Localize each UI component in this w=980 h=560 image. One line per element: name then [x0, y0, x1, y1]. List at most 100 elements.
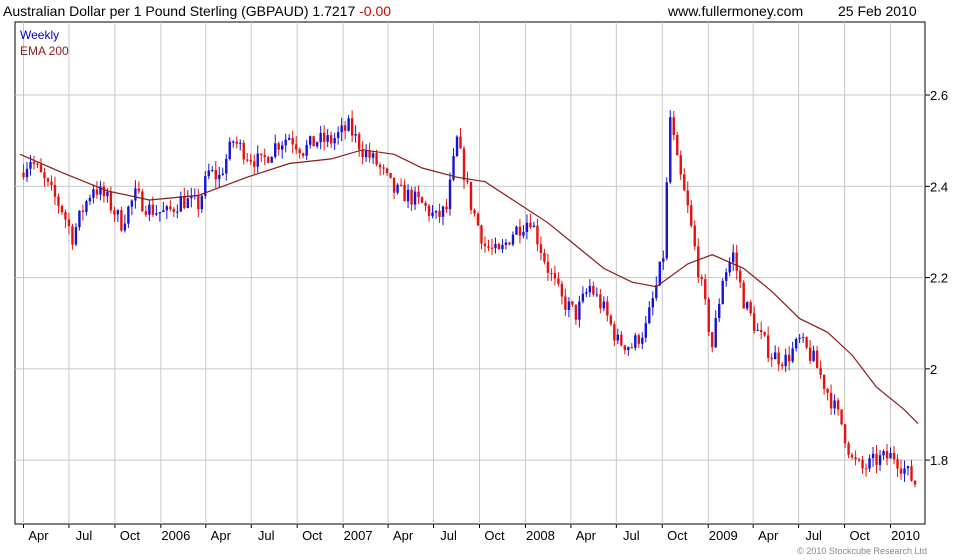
candle-body — [567, 301, 571, 310]
candle-body — [336, 132, 340, 139]
candle-body — [364, 150, 368, 158]
candle-body — [588, 285, 592, 293]
weekly-candle — [270, 156, 273, 163]
candle-body — [805, 337, 808, 348]
candle-body — [882, 451, 885, 456]
candle-body — [606, 301, 609, 316]
x-tick-label: Jul — [623, 528, 640, 543]
candle-body — [347, 118, 350, 131]
candle-body — [413, 191, 417, 205]
candle-body — [284, 139, 287, 146]
candle-body — [249, 159, 252, 162]
candle-body — [137, 188, 141, 192]
candle-body — [833, 400, 836, 409]
candle-body — [326, 135, 329, 142]
candle-body — [819, 368, 822, 375]
candle-body — [847, 443, 850, 455]
candle-body — [738, 270, 742, 283]
candle-body — [532, 225, 536, 228]
candle-body — [385, 168, 389, 174]
candle-body — [399, 184, 403, 186]
chart-title: Australian Dollar per 1 Pound Sterling (… — [3, 3, 391, 19]
candle-body — [228, 141, 231, 159]
candle-body — [875, 453, 878, 465]
candle-body — [455, 136, 459, 157]
candle-body — [333, 138, 336, 144]
candle-body — [651, 298, 654, 308]
candle-body — [543, 252, 546, 262]
candle-body — [46, 178, 50, 182]
candle-body — [634, 335, 637, 348]
candle-body — [214, 170, 217, 180]
title-text: Australian Dollar per 1 Pound Sterling (… — [3, 3, 356, 19]
candle-body — [183, 196, 186, 209]
candle-body — [88, 197, 92, 202]
candle-body — [239, 142, 242, 144]
candle-body — [50, 181, 53, 185]
candle-body — [81, 210, 85, 212]
candle-body — [515, 226, 518, 235]
candle-body — [162, 210, 165, 213]
candle-body — [518, 226, 522, 236]
candle-body — [427, 205, 431, 216]
candle-body — [371, 153, 375, 158]
chart-screen: 1.8 2 2.2 2.4 2.6 Apr Jul Oct 2006 Apr Jul Oct 2007 A… — [0, 0, 980, 560]
candle-body — [270, 156, 273, 163]
candle-body — [550, 272, 553, 274]
candle-body — [469, 181, 473, 211]
candle-body — [53, 184, 57, 197]
candle-body — [438, 210, 441, 217]
candle-body — [92, 189, 95, 198]
chart-date: 25 Feb 2010 — [838, 3, 917, 19]
candle-body — [836, 400, 840, 410]
x-tick-label: Oct — [120, 528, 141, 543]
candle-body — [329, 135, 333, 144]
candle-body — [134, 188, 137, 201]
candle-body — [871, 453, 875, 459]
candle-body — [546, 261, 550, 273]
weekly-candle — [742, 279, 745, 309]
candle-body — [749, 302, 752, 314]
x-tick-label: Apr — [211, 528, 232, 543]
candle-body — [176, 211, 179, 213]
x-tick-label: 2007 — [344, 528, 373, 543]
x-tick-label: Jul — [258, 528, 275, 543]
candle-body — [557, 278, 560, 284]
candle-body — [878, 455, 882, 465]
candle-body — [662, 258, 665, 262]
candle-body — [78, 210, 81, 228]
x-tick-label: Jul — [440, 528, 457, 543]
candle-body — [829, 392, 833, 409]
candle-body — [641, 337, 644, 344]
candle-body — [686, 190, 689, 206]
candle-body — [340, 125, 343, 133]
x-tick-label: 2006 — [161, 528, 190, 543]
candle-body — [868, 458, 871, 469]
weekly-candle — [805, 336, 808, 350]
candle-body — [480, 225, 483, 244]
candle-body — [25, 168, 29, 178]
weekly-candle — [120, 206, 123, 232]
candle-body — [487, 246, 490, 248]
candle-body — [39, 164, 43, 173]
candle-body — [197, 195, 200, 210]
weekly-candle — [669, 110, 672, 184]
candle-body — [459, 136, 462, 149]
copyright: © 2010 Stockcube Research Ltd — [797, 546, 927, 556]
candle-body — [529, 222, 532, 228]
candle-body — [281, 145, 284, 150]
candle-body — [148, 204, 151, 215]
candle-body — [256, 153, 259, 167]
candle-body — [791, 348, 794, 362]
y-tick-label: 1.8 — [930, 453, 948, 468]
candle-body — [200, 195, 203, 210]
candle-body — [60, 205, 64, 213]
candle-body — [780, 364, 784, 367]
candle-body — [773, 352, 777, 360]
candle-body — [242, 142, 245, 160]
weekly-candle — [658, 261, 661, 287]
weekly-candle — [469, 181, 473, 215]
candle-body — [417, 191, 420, 198]
y-tick-label: 2.6 — [930, 88, 948, 103]
candle-body — [690, 205, 693, 226]
